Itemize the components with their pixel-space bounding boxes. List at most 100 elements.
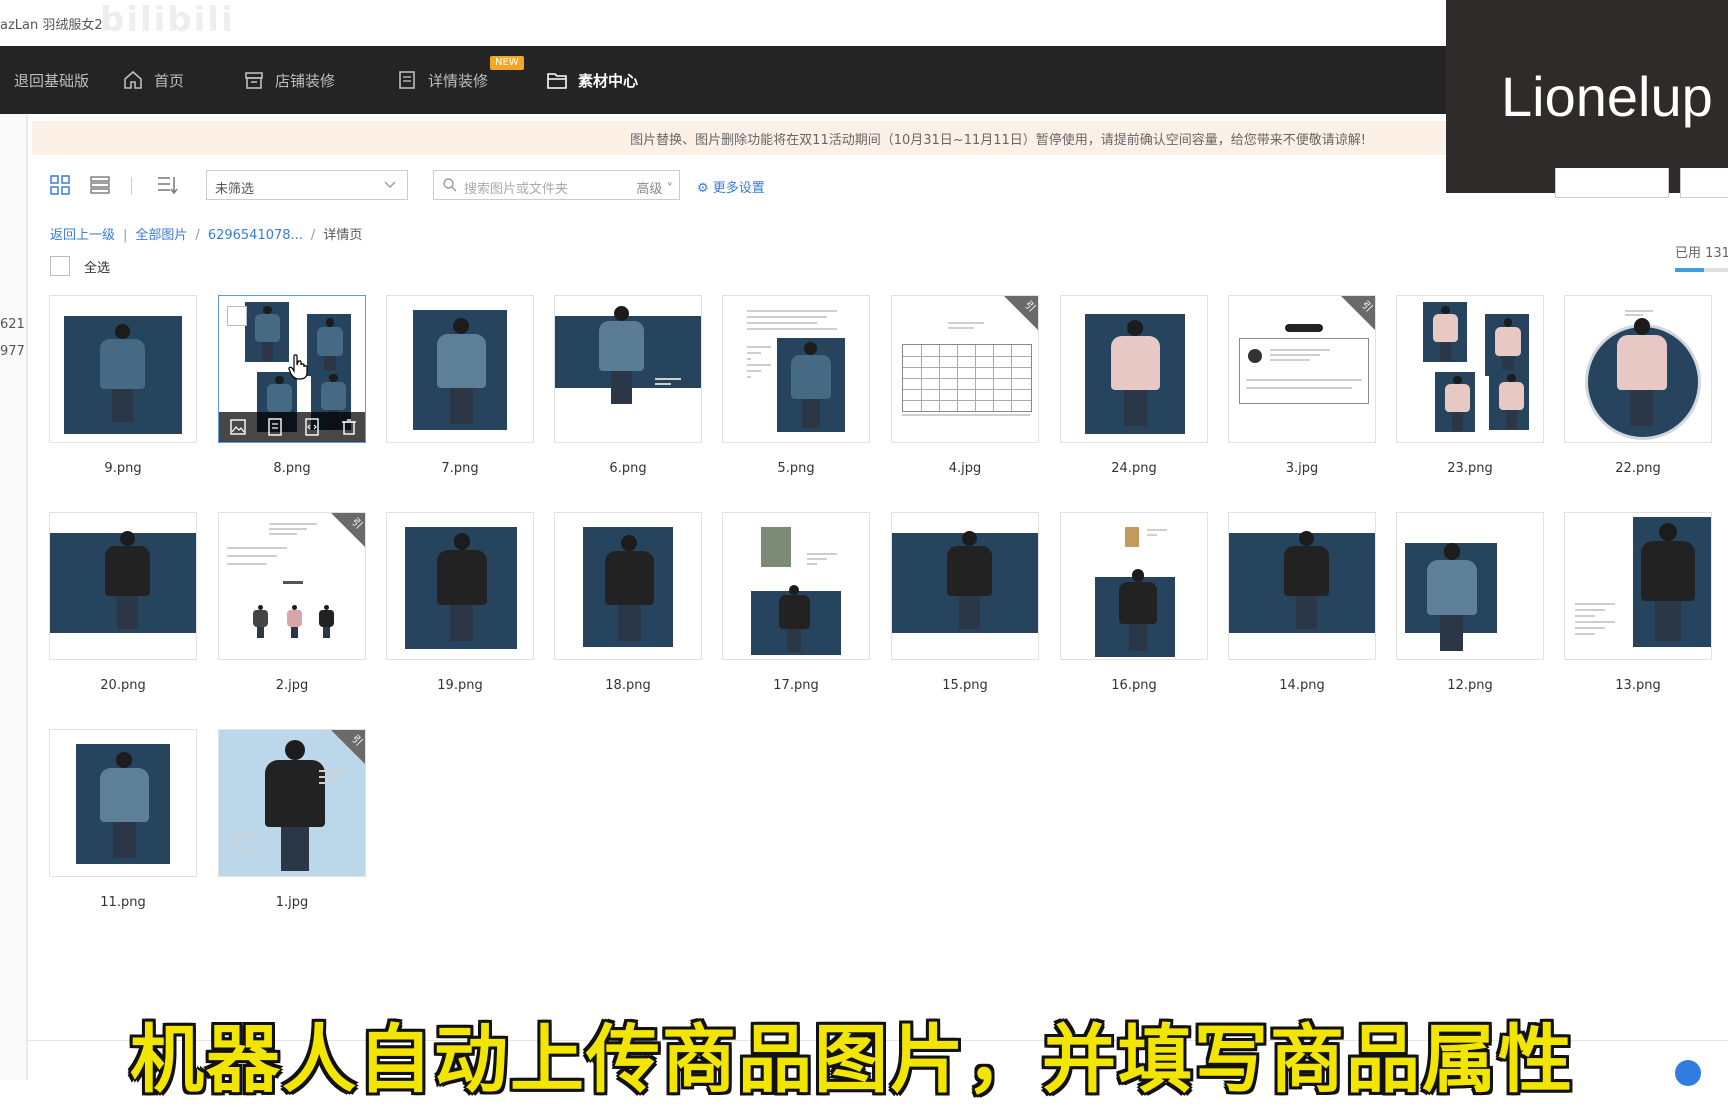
image-thumbnail[interactable]: [1396, 295, 1544, 443]
image-thumbnail[interactable]: 引: [891, 295, 1039, 443]
image-thumbnail[interactable]: [49, 295, 197, 443]
delete-icon[interactable]: [339, 417, 359, 437]
image-thumbnail[interactable]: 引: [218, 729, 366, 877]
model-head: [1633, 318, 1650, 335]
image-filename[interactable]: 4.jpg: [881, 461, 1049, 476]
nav-detail-label: 详情装修: [428, 71, 489, 90]
model-head: [1299, 531, 1314, 546]
text-line: [229, 846, 239, 848]
model-head: [804, 342, 818, 356]
grid-view-icon[interactable]: [49, 174, 71, 196]
right-toolbar-button[interactable]: [1680, 168, 1728, 198]
model-coat: [779, 595, 810, 630]
breadcrumb-folder[interactable]: 6296541078...: [208, 228, 303, 243]
image-thumbnail[interactable]: [49, 729, 197, 877]
copy-code-icon[interactable]: [302, 417, 322, 437]
model-legs: [449, 388, 473, 424]
image-thumbnail[interactable]: [1396, 512, 1544, 660]
model-legs: [1505, 410, 1518, 429]
model-legs: [291, 627, 299, 639]
nav-material-center[interactable]: 素材中心: [546, 46, 638, 114]
image-filename[interactable]: 22.png: [1554, 461, 1722, 476]
right-toolbar-button[interactable]: [1555, 168, 1669, 198]
text-line: [747, 364, 771, 366]
image-thumbnail[interactable]: [554, 295, 702, 443]
image-thumbnail[interactable]: [1228, 512, 1376, 660]
search-input[interactable]: 搜索图片或文件夹 高级 ˅: [433, 170, 680, 200]
image-filename[interactable]: 6.png: [544, 461, 712, 476]
text-line: [948, 322, 984, 324]
nav-home[interactable]: 首页: [122, 46, 184, 114]
model-coat: [317, 326, 344, 356]
reference-tag-icon: 引: [331, 730, 365, 764]
image-filename[interactable]: 12.png: [1386, 678, 1554, 693]
model-head: [1659, 523, 1677, 541]
image-thumbnail[interactable]: [891, 512, 1039, 660]
image-filename[interactable]: 11.png: [39, 895, 207, 910]
image-filename[interactable]: 1.jpg: [208, 895, 376, 910]
image-filename[interactable]: 24.png: [1050, 461, 1218, 476]
model-coat: [287, 610, 303, 628]
image-thumbnail[interactable]: 引: [218, 512, 366, 660]
image-thumbnail[interactable]: [1564, 512, 1712, 660]
model-legs: [801, 399, 821, 429]
image-thumbnail[interactable]: [722, 512, 870, 660]
image-filename[interactable]: 18.png: [544, 678, 712, 693]
image-thumbnail[interactable]: [386, 512, 534, 660]
image-filename[interactable]: 14.png: [1218, 678, 1386, 693]
list-view-icon[interactable]: [89, 174, 111, 196]
advanced-search-toggle[interactable]: 高级 ˅: [636, 178, 673, 197]
model-figure: [599, 306, 644, 406]
image-thumbnail[interactable]: [49, 512, 197, 660]
model-figure: [1617, 318, 1667, 428]
image-filename[interactable]: 19.png: [376, 678, 544, 693]
text-line: [1575, 621, 1615, 623]
streamer-name: Lionelup: [1501, 65, 1713, 128]
model-head: [329, 374, 338, 383]
sort-icon[interactable]: [156, 174, 178, 196]
model-head: [1453, 376, 1462, 385]
image-filename[interactable]: 17.png: [712, 678, 880, 693]
image-filename[interactable]: 7.png: [376, 461, 544, 476]
nav-detail-decoration[interactable]: 详情装修: [396, 46, 488, 114]
search-placeholder: 搜索图片或文件夹: [464, 182, 569, 197]
image-thumbnail[interactable]: [554, 512, 702, 660]
text-line: [1625, 310, 1653, 312]
image-filename[interactable]: 3.jpg: [1218, 461, 1386, 476]
more-settings-link[interactable]: ⚙ 更多设置: [697, 177, 765, 196]
model-head: [115, 324, 130, 339]
image-thumbnail[interactable]: [1564, 295, 1712, 443]
image-filename[interactable]: 8.png: [208, 461, 376, 476]
image-filename[interactable]: 20.png: [39, 678, 207, 693]
image-filename[interactable]: 13.png: [1554, 678, 1722, 693]
breadcrumb-all-images[interactable]: 全部图片: [135, 228, 187, 243]
text-line: [747, 352, 761, 354]
image-filename[interactable]: 9.png: [39, 461, 207, 476]
nav-store-decoration[interactable]: 店铺装修: [243, 46, 335, 114]
thumbnail-checkbox[interactable]: [227, 306, 247, 326]
copy-link-icon[interactable]: [265, 417, 285, 437]
select-all-checkbox[interactable]: [50, 256, 70, 276]
text-line: [948, 327, 974, 329]
model-head: [962, 531, 977, 546]
text-line: [1270, 354, 1320, 356]
filter-select[interactable]: 未筛选: [206, 170, 408, 200]
select-all[interactable]: 全选: [50, 256, 110, 276]
image-thumbnail[interactable]: [1060, 295, 1208, 443]
nav-back-basic[interactable]: 退回基础版: [14, 46, 89, 114]
image-filename[interactable]: 16.png: [1050, 678, 1218, 693]
image-filename[interactable]: 23.png: [1386, 461, 1554, 476]
model-figure: [1427, 543, 1477, 653]
reference-tag-label: 引: [1359, 299, 1375, 315]
image-thumbnail[interactable]: [1060, 512, 1208, 660]
image-filename[interactable]: 5.png: [712, 461, 880, 476]
image-filename[interactable]: 2.jpg: [208, 678, 376, 693]
breadcrumb-back[interactable]: 返回上一级: [50, 228, 115, 243]
text-line: [269, 523, 317, 525]
replace-image-icon[interactable]: [228, 417, 248, 437]
image-filename[interactable]: 15.png: [881, 678, 1049, 693]
image-thumbnail[interactable]: [722, 295, 870, 443]
browser-tab-title[interactable]: azLan 羽绒服女2: [0, 14, 103, 33]
image-thumbnail[interactable]: [386, 295, 534, 443]
image-thumbnail[interactable]: 引: [1228, 295, 1376, 443]
